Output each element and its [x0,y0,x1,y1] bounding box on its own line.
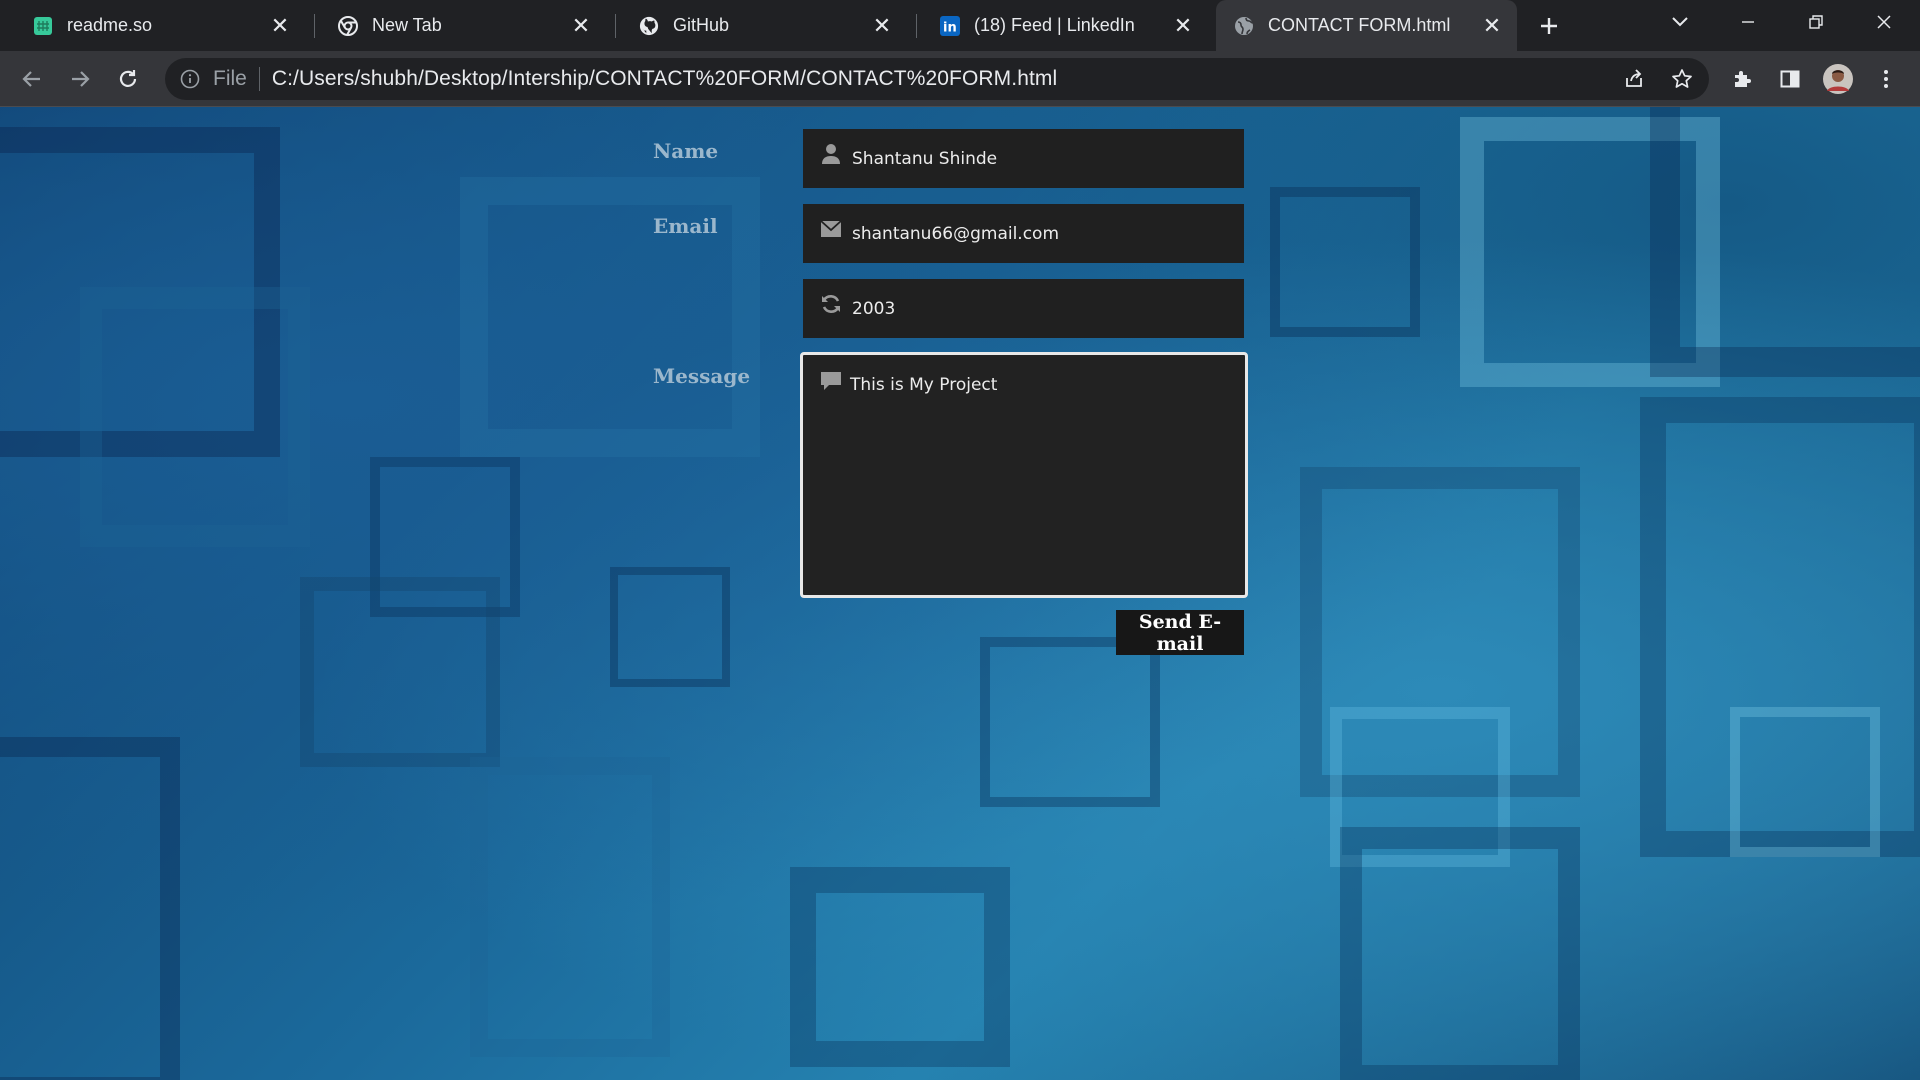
profile-avatar[interactable] [1822,63,1854,95]
email-field[interactable]: shantanu66@gmail.com [803,204,1244,263]
linkedin-icon: in [940,15,960,36]
refresh-icon [818,291,844,317]
tab-title: CONTACT FORM.html [1268,15,1451,35]
close-tab-icon[interactable]: ✕ [267,13,293,39]
address-bar[interactable]: File C:/Users/shubh/Desktop/Intership/CO… [165,58,1709,100]
readme-so-icon [33,16,53,36]
chrome-icon [338,15,358,36]
speech-bubble-icon [818,369,844,393]
year-field[interactable]: 2003 [803,279,1244,338]
name-value: Shantanu Shinde [852,148,998,169]
tab-search-icon[interactable] [1646,0,1714,44]
extensions-icon[interactable] [1727,63,1759,95]
info-icon[interactable] [179,68,201,90]
scheme-label: File [213,67,247,90]
globe-icon [1234,16,1254,36]
email-label: Email [653,214,718,238]
user-icon [818,141,844,167]
tab-title: New Tab [372,15,442,35]
svg-text:in: in [943,20,957,35]
address-divider [258,67,260,91]
close-tab-icon[interactable]: ✕ [568,13,594,39]
bookmark-star-icon[interactable] [1666,63,1698,95]
browser-toolbar: File C:/Users/shubh/Desktop/Intership/CO… [0,51,1920,107]
message-value: This is My Project [850,375,998,395]
message-textarea[interactable]: This is My Project [800,352,1248,598]
close-tab-icon[interactable]: ✕ [869,13,895,39]
reload-icon[interactable] [112,63,144,95]
tab-github[interactable]: GitHub ✕ [606,0,907,51]
new-tab-button[interactable] [1533,10,1565,42]
forward-icon[interactable] [64,63,96,95]
message-label: Message [653,364,751,388]
tab-strip: readme.so ✕ New Tab ✕ GitHub ✕ in (18) F… [0,0,1920,51]
name-field[interactable]: Shantanu Shinde [803,129,1244,188]
back-icon[interactable] [16,63,48,95]
tab-title: readme.so [67,15,153,35]
name-label: Name [653,139,719,163]
menu-icon[interactable] [1870,63,1902,95]
share-icon[interactable] [1618,63,1650,95]
tab-title: GitHub [673,15,730,35]
send-email-button[interactable]: Send E-mail [1116,610,1244,655]
side-panel-icon[interactable] [1774,63,1806,95]
minimize-icon[interactable] [1714,0,1782,44]
close-window-icon[interactable] [1850,0,1918,44]
tab-linkedin[interactable]: in (18) Feed | LinkedIn ✕ [907,0,1208,51]
restore-icon[interactable] [1782,0,1850,44]
email-value: shantanu66@gmail.com [852,223,1060,244]
page-content: Name Shantanu Shinde Email shantanu66@gm… [0,107,1920,1080]
tab-contact-form[interactable]: CONTACT FORM.html ✕ [1216,0,1517,51]
tab-readme[interactable]: readme.so ✕ [0,0,305,51]
close-tab-icon[interactable]: ✕ [1479,13,1505,39]
envelope-icon [818,216,844,242]
tab-new-tab[interactable]: New Tab ✕ [305,0,606,51]
url-text[interactable]: C:/Users/shubh/Desktop/Intership/CONTACT… [272,67,1057,91]
year-value: 2003 [852,298,896,319]
github-icon [639,16,659,36]
tab-title: (18) Feed | LinkedIn [974,15,1135,35]
close-tab-icon[interactable]: ✕ [1170,13,1196,39]
